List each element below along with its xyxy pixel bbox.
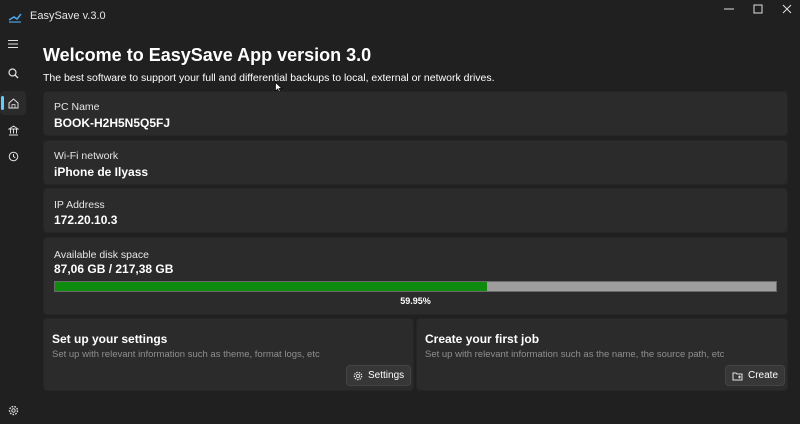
search-icon bbox=[7, 67, 19, 79]
close-button[interactable] bbox=[770, 0, 800, 18]
title-bar: EasySave v.3.0 bbox=[0, 0, 800, 32]
setup-settings-card: Set up your settings Set up with relevan… bbox=[43, 318, 414, 391]
disk-space-value: 87,06 GB / 217,38 GB bbox=[54, 262, 174, 276]
gear-icon bbox=[8, 405, 19, 416]
disk-space-card: Available disk space 87,06 GB / 217,38 G… bbox=[43, 237, 788, 315]
folder-add-icon bbox=[732, 371, 743, 381]
history-icon bbox=[8, 151, 19, 162]
gear-icon bbox=[353, 371, 363, 381]
window-title: EasySave v.3.0 bbox=[30, 10, 106, 22]
create-button[interactable]: Create bbox=[725, 365, 786, 386]
minimize-icon bbox=[724, 4, 734, 14]
hamburger-icon bbox=[7, 39, 19, 49]
settings-button[interactable]: Settings bbox=[346, 365, 412, 386]
maximize-icon bbox=[753, 4, 763, 14]
nav-item-settings[interactable] bbox=[0, 398, 26, 422]
settings-button-label: Settings bbox=[368, 370, 405, 381]
nav-item-jobs[interactable] bbox=[0, 118, 26, 142]
page-title: Welcome to EasySave App version 3.0 bbox=[43, 45, 372, 65]
setup-settings-title: Set up your settings bbox=[52, 332, 168, 346]
create-button-label: Create bbox=[748, 370, 779, 381]
create-job-description: Set up with relevant information such as… bbox=[425, 349, 725, 360]
nav-item-home[interactable] bbox=[0, 91, 26, 115]
disk-usage-percent: 59.95% bbox=[400, 296, 431, 306]
setup-settings-description: Set up with relevant information such as… bbox=[52, 349, 320, 360]
create-job-title: Create your first job bbox=[425, 332, 540, 346]
home-icon bbox=[8, 97, 19, 109]
nav-menu-toggle[interactable] bbox=[0, 32, 26, 56]
wifi-network-value: iPhone de Ilyass bbox=[54, 165, 149, 179]
disk-space-label: Available disk space bbox=[54, 249, 149, 261]
app-logo-icon bbox=[8, 10, 22, 23]
bank-icon bbox=[7, 124, 19, 136]
page-subtitle: The best software to support your full a… bbox=[43, 72, 495, 84]
nav-item-search[interactable] bbox=[0, 61, 26, 85]
active-indicator bbox=[1, 96, 4, 110]
disk-usage-progress-bar bbox=[54, 281, 777, 292]
create-job-card: Create your first job Set up with releva… bbox=[416, 318, 788, 391]
pc-name-label: PC Name bbox=[54, 101, 100, 113]
nav-item-history[interactable] bbox=[0, 144, 26, 168]
ip-address-card: IP Address 172.20.10.3 bbox=[43, 188, 788, 233]
wifi-network-card: Wi-Fi network iPhone de Ilyass bbox=[43, 140, 788, 185]
pc-name-value: BOOK-H2H5N5Q5FJ bbox=[54, 116, 171, 130]
pc-name-card: PC Name BOOK-H2H5N5Q5FJ bbox=[43, 91, 788, 136]
navigation-rail bbox=[0, 32, 26, 424]
close-icon bbox=[782, 4, 792, 14]
disk-usage-progress-fill bbox=[55, 282, 488, 291]
wifi-network-label: Wi-Fi network bbox=[54, 150, 119, 162]
ip-address-label: IP Address bbox=[54, 199, 105, 211]
ip-address-value: 172.20.10.3 bbox=[54, 213, 118, 227]
